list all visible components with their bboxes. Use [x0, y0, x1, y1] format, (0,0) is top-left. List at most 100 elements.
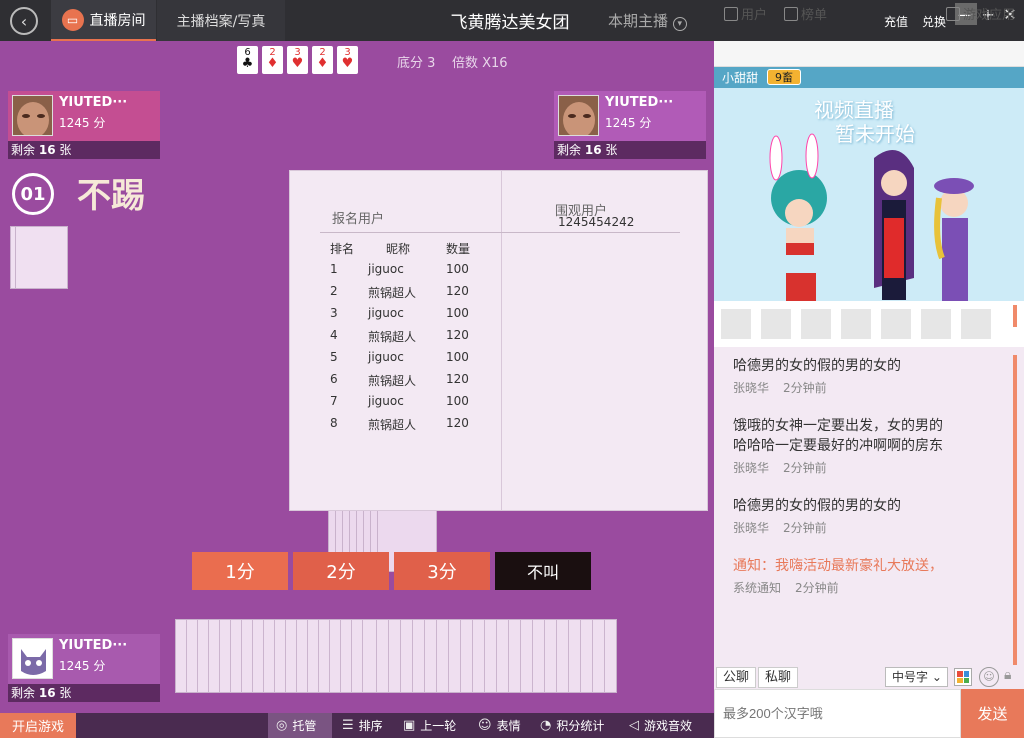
anchor-dropdown[interactable]: 本期主播 ▾ [608, 10, 687, 31]
hand-card-edge [592, 620, 593, 692]
lock-icon[interactable]: 🔒︎ [1004, 667, 1020, 687]
color-picker-icon[interactable] [954, 668, 972, 686]
viewer-thumb[interactable] [761, 309, 791, 339]
hand-card-edge [424, 620, 425, 692]
card-suit: ♦ [316, 56, 329, 71]
table-cell-name: jiguoc [368, 350, 404, 364]
chat-user: 张晓华 [733, 381, 770, 395]
table-cell-count: 120 [446, 372, 469, 386]
bid-1-button[interactable]: 1分 [192, 552, 288, 590]
font-size-select[interactable]: 中号字 ⌄ [885, 667, 948, 687]
hand-card-edge [208, 620, 209, 692]
hand-card-edge [285, 620, 286, 692]
hand-card-edge [472, 620, 473, 692]
player-hand[interactable] [175, 619, 617, 693]
panel-divider [501, 171, 502, 510]
remain-suffix: 张 [59, 143, 72, 157]
chat-user: 张晓华 [733, 461, 770, 475]
bid-2-button[interactable]: 2分 [293, 552, 389, 590]
score-stats-button[interactable]: ◔ 积分统计 [532, 713, 612, 738]
hand-card-edge [568, 620, 569, 692]
color-swatch [957, 677, 963, 683]
bottom-card: 3 ♥ [337, 46, 358, 74]
chevron-down-icon: ⌄ [931, 670, 942, 684]
chat-time: 2分钟前 [795, 581, 839, 595]
viewer-thumb[interactable] [801, 309, 831, 339]
bottom-card: 2 ♦ [262, 46, 283, 74]
table-row: 8 煎锅超人 120 [320, 416, 480, 438]
tab-private-chat[interactable]: 私聊 [758, 667, 799, 688]
hand-card-edge [496, 620, 497, 692]
table-row: 6 煎锅超人 120 [320, 372, 480, 394]
tab-anchor-profile-label: 主播档案/写真 [176, 13, 266, 30]
chat-message-meta: 系统通知 2分钟前 [733, 579, 839, 596]
start-game-button[interactable]: 开启游戏 [0, 713, 76, 738]
score-stats-label: 积分统计 [556, 719, 605, 733]
viewer-thumb[interactable] [721, 309, 751, 339]
signup-panel: 报名用户 围观用户 1245454242 排名 昵称 数量 1 jiguoc 100… [289, 170, 708, 511]
table-cell-count: 120 [446, 328, 469, 342]
chevron-down-icon: ▾ [672, 17, 687, 31]
viewer-thumb[interactable] [841, 309, 871, 339]
hand-card-edge [460, 620, 461, 692]
tab-anchor-profile[interactable]: 主播档案/写真 [157, 0, 285, 41]
cube-icon [946, 6, 960, 21]
player-action-text: 不踢 [77, 176, 145, 216]
no-bid-button[interactable]: 不叫 [495, 552, 591, 590]
hand-card-edge [400, 620, 401, 692]
header-divider [320, 232, 680, 233]
exchange-link[interactable]: 兑换 [922, 13, 946, 30]
sort-button[interactable]: ☰ 排序 [334, 713, 391, 738]
viewer-thumb[interactable] [881, 309, 911, 339]
table-cell-rank: 5 [330, 350, 338, 364]
tab-users-label: 用户 [741, 8, 768, 23]
table-row: 5 jiguoc 100 [320, 350, 480, 372]
previous-round-button[interactable]: ▣ 上一轮 [395, 713, 464, 738]
send-button[interactable]: 发送 [961, 689, 1024, 738]
host-level-badge: 9畜 [767, 69, 801, 85]
tab-live-room[interactable]: ▭ 直播房间 [51, 0, 156, 41]
tab-ranking[interactable]: 榜单 [784, 4, 827, 23]
hand-card-edge [388, 620, 389, 692]
chat-time: 2分钟前 [783, 521, 827, 535]
player-name: YIUTED··· [59, 638, 128, 653]
tab-game-apps[interactable]: 游戏应用 [946, 4, 1015, 23]
sound-effects-button[interactable]: ◁ 游戏音效 [621, 713, 700, 738]
table-cell-rank: 2 [330, 284, 338, 298]
card-suit: ♥ [341, 56, 354, 71]
hand-card-edge [274, 620, 275, 692]
bottom-card: 6 ♣ [237, 46, 258, 74]
viewer-thumbnails [714, 301, 1024, 347]
tv-icon: ▭ [61, 8, 84, 31]
alarm-clock-icon: 01 [10, 169, 56, 217]
smiley-icon[interactable]: ☺ [979, 667, 999, 687]
recharge-link[interactable]: 充值 [884, 13, 908, 30]
avatar-face-icon [13, 96, 52, 135]
tab-users[interactable]: 用户 [724, 4, 767, 23]
avatar[interactable] [12, 95, 53, 136]
player-score: 1245 分 [605, 116, 652, 130]
chat-scrollbar[interactable] [1013, 355, 1017, 685]
room-title: 飞黄腾达美女团 [450, 13, 570, 33]
table-cell-count: 100 [446, 306, 469, 320]
chat-user: 系统通知 [733, 581, 782, 595]
chat-message-text: 哈德男的女的假的男的女的 [733, 358, 901, 374]
back-arrow-icon[interactable]: ‹ [10, 7, 38, 35]
hand-card-edge [532, 620, 533, 692]
avatar[interactable] [558, 95, 599, 136]
avatar[interactable] [12, 638, 53, 679]
emote-button[interactable]: ☺ 表情 [470, 713, 529, 738]
hand-card-edge [263, 620, 264, 692]
tab-public-chat[interactable]: 公聊 [716, 667, 757, 688]
viewer-thumb[interactable] [961, 309, 991, 339]
bid-3-button[interactable]: 3分 [394, 552, 490, 590]
viewer-thumb[interactable] [921, 309, 951, 339]
right-tabs [714, 41, 1024, 67]
cards-icon: ▣ [403, 718, 416, 733]
auto-play-button[interactable]: ◎ 托管 [268, 713, 332, 738]
remain-count: 16 [584, 143, 602, 157]
table-cell-rank: 7 [330, 394, 338, 408]
chat-input[interactable] [714, 689, 961, 738]
hand-card-edge [307, 620, 308, 692]
thumbs-scrollbar[interactable] [1013, 305, 1017, 327]
